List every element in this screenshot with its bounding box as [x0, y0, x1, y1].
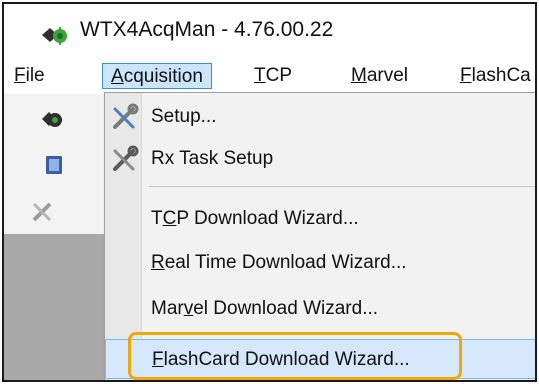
- green-gear-app-icon: [42, 27, 67, 45]
- menu-item-real-time-download-wizard[interactable]: Real Time Download Wizard...: [105, 243, 535, 283]
- wrench-screwdriver-icon: [113, 145, 139, 171]
- gear-icon[interactable]: [40, 108, 66, 130]
- app-window: WTX4AcqMan - 4.76.00.22 File Acquisition…: [2, 2, 537, 382]
- menu-marvel[interactable]: Marvel: [351, 63, 408, 89]
- menu-item-tcp-download-wizard[interactable]: TCP Download Wizard...: [105, 199, 535, 239]
- menu-item-setup[interactable]: Setup...: [105, 97, 535, 137]
- wrench-screwdriver-icon[interactable]: [30, 198, 60, 224]
- menu-acquisition[interactable]: Acquisition: [102, 63, 212, 89]
- menu-file[interactable]: File: [14, 63, 45, 89]
- window-title: WTX4AcqMan - 4.76.00.22: [80, 18, 334, 41]
- title-bar: WTX4AcqMan - 4.76.00.22: [4, 4, 535, 56]
- menu-bar: File Acquisition TCP Marvel FlashCa: [4, 60, 535, 92]
- menu-item-rx-task-setup[interactable]: Rx Task Setup: [105, 139, 535, 179]
- menu-item-flashcard-download-wizard[interactable]: FlashCard Download Wizard...: [105, 339, 535, 379]
- menu-item-marvel-download-wizard[interactable]: Marvel Download Wizard...: [105, 289, 535, 329]
- menu-tcp[interactable]: TCP: [254, 63, 292, 89]
- wrench-screwdriver-icon: [113, 103, 139, 129]
- acquisition-dropdown-menu: Setup... Rx Task Setup TCP Download Wiza…: [104, 92, 535, 380]
- menu-separator: [149, 186, 535, 187]
- menu-flashcard[interactable]: FlashCa: [460, 63, 531, 89]
- document-icon[interactable]: [44, 154, 64, 176]
